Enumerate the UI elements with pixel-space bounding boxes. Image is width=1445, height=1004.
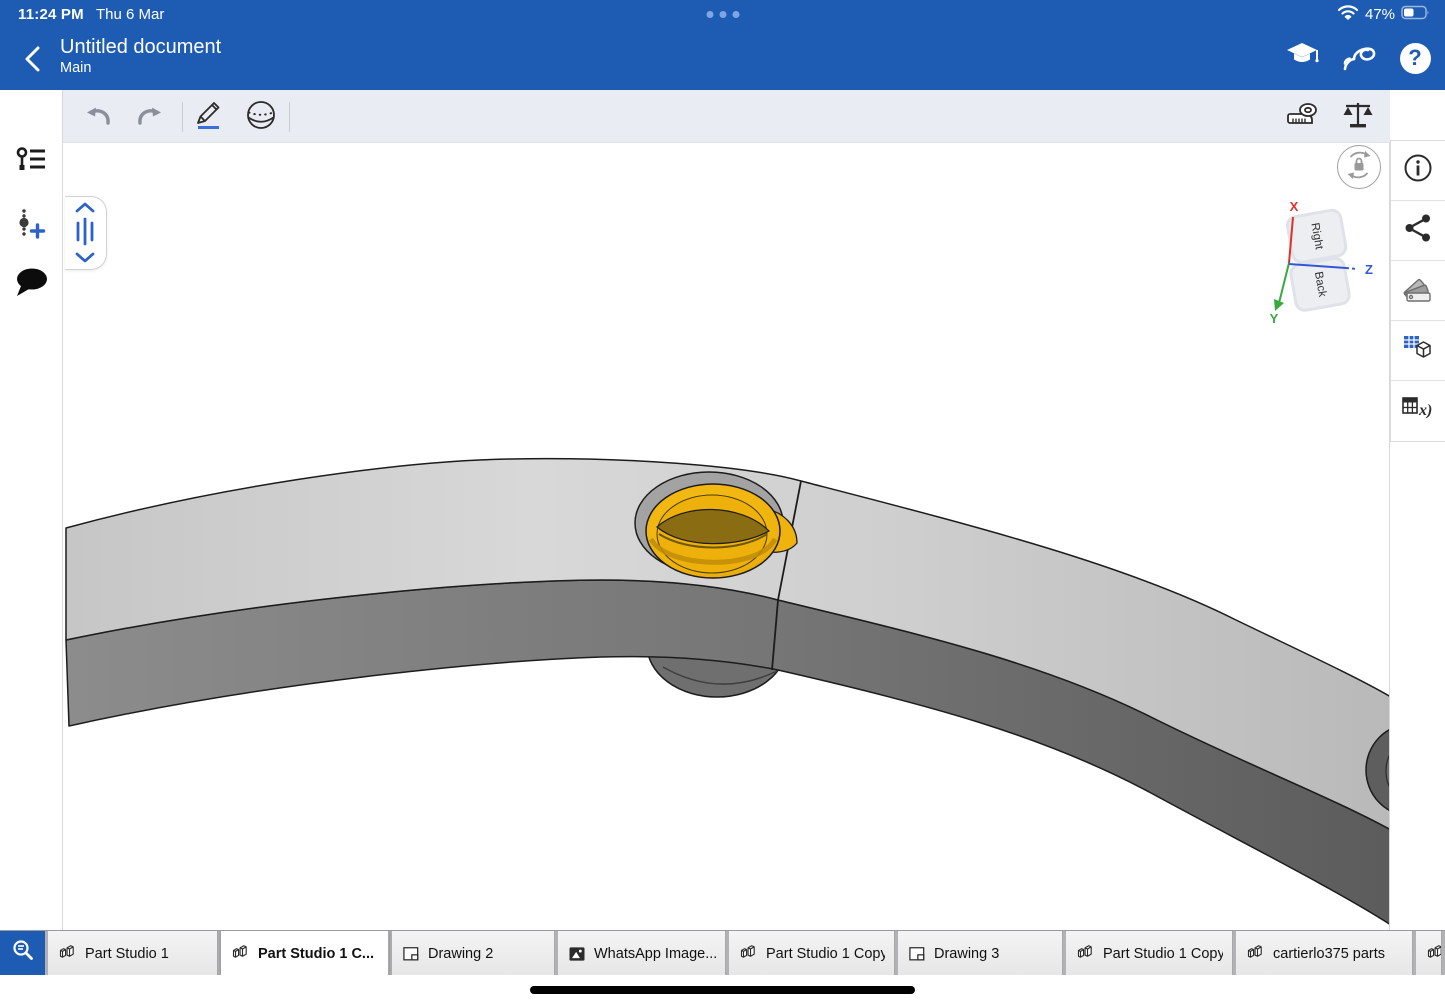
document-tab[interactable]: Part Studio 1 C... bbox=[221, 931, 389, 975]
variables-glyph: x) bbox=[1418, 402, 1432, 419]
undo-icon bbox=[83, 102, 113, 133]
tab-label: Part Studio 1 C... bbox=[258, 946, 374, 962]
comment-icon bbox=[13, 267, 49, 304]
help-button[interactable]: ? bbox=[1395, 36, 1435, 80]
sphere-tool-button[interactable] bbox=[244, 101, 278, 133]
variables-table-icon: x) bbox=[1401, 394, 1435, 429]
insert-feature-button[interactable] bbox=[11, 207, 51, 247]
image-icon bbox=[567, 944, 587, 964]
search-tabs-icon bbox=[10, 938, 36, 969]
axis-x-label: X bbox=[1290, 199, 1299, 214]
nav-bar: Untitled document Main ? bbox=[0, 28, 1445, 90]
graduation-cap-icon bbox=[1286, 41, 1320, 76]
mass-properties-button[interactable] bbox=[1341, 101, 1375, 133]
document-tab[interactable]: Drawing 2 bbox=[392, 931, 555, 975]
part-studio-icon bbox=[1075, 943, 1096, 964]
part-studio-icon bbox=[1425, 943, 1442, 964]
insert-feature-icon bbox=[15, 208, 47, 247]
info-icon bbox=[1403, 153, 1433, 188]
status-bar: 11:24 PM Thu 6 Mar 47% bbox=[0, 0, 1445, 28]
status-time: 11:24 PM bbox=[18, 6, 84, 23]
drawing-icon bbox=[401, 944, 421, 964]
tab-label: Part Studio 1 bbox=[85, 946, 169, 962]
document-tab[interactable] bbox=[1416, 931, 1442, 975]
part-studio-icon bbox=[1245, 943, 1266, 964]
follow-mode-button[interactable] bbox=[1339, 36, 1379, 80]
tab-label: WhatsApp Image... bbox=[594, 946, 716, 962]
feature-toolbar bbox=[62, 90, 1390, 143]
variables-button[interactable]: x) bbox=[1391, 381, 1445, 441]
tab-label: Drawing 3 bbox=[934, 946, 999, 962]
share-button[interactable] bbox=[1391, 201, 1445, 261]
tab-search-button[interactable] bbox=[0, 931, 45, 975]
document-tab[interactable]: Part Studio 1 bbox=[48, 931, 218, 975]
tab-label: cartierlo375 parts bbox=[1273, 946, 1385, 962]
onshape-app: 11:24 PM Thu 6 Mar 47% Untitled document… bbox=[0, 0, 1445, 1004]
feature-list-button[interactable] bbox=[11, 143, 51, 183]
wifi-icon bbox=[1337, 4, 1359, 25]
part-studio-icon bbox=[57, 943, 78, 964]
undo-button[interactable] bbox=[81, 101, 115, 133]
tab-label: Drawing 2 bbox=[428, 946, 493, 962]
back-button[interactable] bbox=[16, 41, 50, 77]
sketch-pencil-icon bbox=[192, 99, 224, 136]
help-icon: ? bbox=[1400, 43, 1431, 74]
view-rotation-lock-button[interactable] bbox=[1337, 145, 1381, 189]
chevron-up-icon bbox=[77, 204, 93, 211]
workspace-name: Main bbox=[60, 59, 221, 77]
toolbar-divider bbox=[289, 102, 290, 132]
redo-icon bbox=[135, 102, 165, 133]
document-tab[interactable]: Part Studio 1 Copy... bbox=[1066, 931, 1233, 975]
battery-icon bbox=[1401, 5, 1431, 25]
graphics-viewport[interactable]: Right Back X Y Z bbox=[62, 143, 1390, 930]
document-tab[interactable]: cartierlo375 parts bbox=[1236, 931, 1413, 975]
app-header: 11:24 PM Thu 6 Mar 47% Untitled document… bbox=[0, 0, 1445, 90]
multitask-indicator[interactable] bbox=[706, 11, 739, 18]
feature-drawer-handle[interactable] bbox=[65, 196, 107, 270]
share-icon bbox=[1403, 213, 1433, 248]
color-swatches-icon bbox=[1402, 273, 1434, 308]
measure-tape-icon bbox=[1287, 100, 1321, 135]
model-view: Right Back X Y Z bbox=[63, 143, 1390, 930]
measure-button[interactable] bbox=[1287, 101, 1321, 133]
home-indicator[interactable] bbox=[530, 986, 915, 994]
document-titles: Untitled document Main bbox=[60, 35, 221, 77]
chevron-down-icon bbox=[77, 254, 93, 261]
axis-z-label: Z bbox=[1365, 262, 1373, 277]
sketch-tool-button[interactable] bbox=[191, 101, 225, 133]
document-tab[interactable]: Part Studio 1 Copy... bbox=[729, 931, 895, 975]
mass-properties-scale-icon bbox=[1342, 100, 1374, 135]
redo-button[interactable] bbox=[133, 101, 167, 133]
tab-label: Part Studio 1 Copy... bbox=[1103, 946, 1223, 962]
configurations-button[interactable] bbox=[1391, 321, 1445, 381]
battery-percent: 47% bbox=[1365, 6, 1395, 23]
part-studio-icon bbox=[230, 943, 251, 964]
info-panel-button[interactable] bbox=[1391, 141, 1445, 201]
tab-label: Part Studio 1 Copy... bbox=[766, 946, 885, 962]
document-tab-bar: Part Studio 1 Part Studio 1 C... Drawing 2… bbox=[0, 930, 1445, 975]
appearances-button[interactable] bbox=[1391, 261, 1445, 321]
configuration-table-cube-icon bbox=[1402, 333, 1434, 368]
comments-button[interactable] bbox=[11, 265, 51, 305]
drawing-icon bbox=[907, 944, 927, 964]
status-date: Thu 6 Mar bbox=[96, 6, 164, 23]
document-tab[interactable]: Drawing 3 bbox=[898, 931, 1063, 975]
view-cube[interactable]: Right Back X Y Z bbox=[1270, 199, 1373, 326]
rotation-lock-icon bbox=[1342, 148, 1376, 187]
feature-list-icon bbox=[15, 146, 47, 181]
left-sidebar bbox=[0, 90, 62, 930]
document-title: Untitled document bbox=[60, 35, 221, 59]
sphere-tool-icon bbox=[245, 99, 277, 136]
part-studio-icon bbox=[738, 943, 759, 964]
axis-y-label: Y bbox=[1270, 311, 1279, 326]
right-sidebar: x) bbox=[1390, 90, 1445, 930]
learning-center-button[interactable] bbox=[1283, 36, 1323, 80]
follow-mode-icon bbox=[1341, 40, 1377, 77]
toolbar-divider bbox=[182, 102, 183, 132]
document-tab[interactable]: WhatsApp Image... bbox=[558, 931, 726, 975]
